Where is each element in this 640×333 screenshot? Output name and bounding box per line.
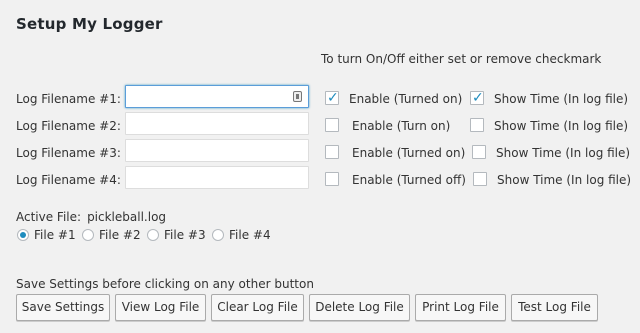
show-time-checkbox-3[interactable] xyxy=(472,145,486,159)
active-file-label: Active File: xyxy=(16,210,82,224)
page-title: Setup My Logger xyxy=(16,15,163,33)
file-4-radio[interactable] xyxy=(212,229,224,241)
file-1-radio[interactable] xyxy=(17,229,29,241)
delete-log-file-button[interactable]: Delete Log File xyxy=(309,294,410,321)
view-log-file-button[interactable]: View Log File xyxy=(115,294,206,321)
log-filename-1-input[interactable] xyxy=(125,85,309,108)
log-filename-2-input[interactable] xyxy=(125,112,309,135)
enable-label-2: Enable (Turn on) xyxy=(352,119,451,133)
checkmark-icon: ✓ xyxy=(472,90,484,106)
enable-checkbox-1[interactable]: ✓ xyxy=(325,90,339,106)
log-filename-3-label: Log Filename #3: xyxy=(16,146,121,160)
file-2-radio[interactable] xyxy=(82,229,94,241)
print-log-file-button[interactable]: Print Log File xyxy=(415,294,506,321)
log-filename-4-input[interactable] xyxy=(125,166,309,189)
show-time-checkbox-2[interactable] xyxy=(470,118,484,132)
show-time-label-3: Show Time (In log file) xyxy=(496,146,631,160)
file-4-radio-label[interactable]: File #4 xyxy=(229,228,271,242)
show-time-checkbox-4[interactable] xyxy=(473,172,487,186)
log-filename-2-label: Log Filename #2: xyxy=(16,119,121,133)
file-1-radio-label[interactable]: File #1 xyxy=(34,228,76,242)
enable-checkbox-3[interactable] xyxy=(325,145,339,159)
show-time-label-1: Show Time (In log file) xyxy=(494,92,629,106)
file-3-radio[interactable] xyxy=(147,229,159,241)
file-2-radio-label[interactable]: File #2 xyxy=(99,228,141,242)
file-3-radio-label[interactable]: File #3 xyxy=(164,228,206,242)
active-file-value: pickleball.log xyxy=(87,210,167,224)
show-time-checkbox-1[interactable]: ✓ xyxy=(470,90,484,106)
log-filename-3-input[interactable] xyxy=(125,139,309,162)
show-time-label-2: Show Time (In log file) xyxy=(494,119,629,133)
save-settings-button[interactable]: Save Settings xyxy=(16,294,110,321)
clear-log-file-button[interactable]: Clear Log File xyxy=(211,294,304,321)
enable-label-1: Enable (Turned on) xyxy=(349,92,463,106)
log-filename-1-label: Log Filename #1: xyxy=(16,92,121,106)
enable-label-4: Enable (Turned off) xyxy=(352,173,466,187)
active-file: Active File: pickleball.log xyxy=(16,210,166,224)
test-log-file-button[interactable]: Test Log File xyxy=(511,294,598,321)
enable-checkbox-2[interactable] xyxy=(325,118,339,132)
log-filename-4-label: Log Filename #4: xyxy=(16,173,121,187)
instruction-text: To turn On/Off either set or remove chec… xyxy=(321,52,602,66)
keypass-icon[interactable] xyxy=(293,91,302,102)
show-time-label-4: Show Time (In log file) xyxy=(497,173,632,187)
checkmark-icon: ✓ xyxy=(327,90,339,106)
enable-checkbox-4[interactable] xyxy=(325,172,339,186)
enable-label-3: Enable (Turned on) xyxy=(352,146,466,160)
save-note: Save Settings before clicking on any oth… xyxy=(16,277,314,291)
